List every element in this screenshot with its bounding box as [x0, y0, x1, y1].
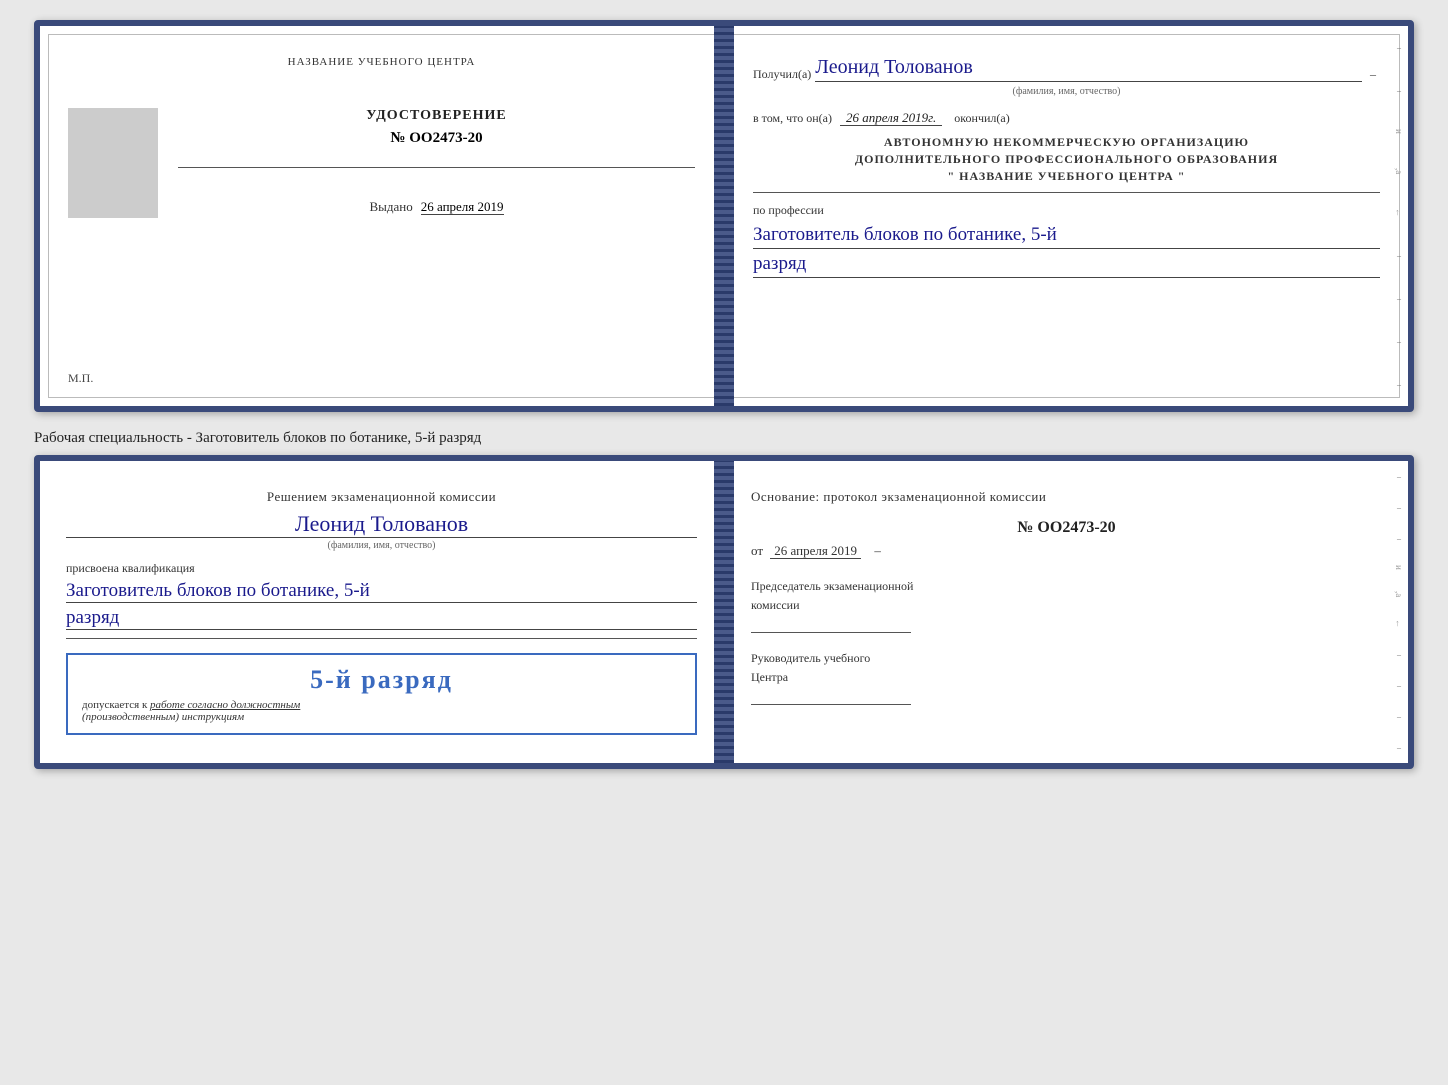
rukovoditel-section: Руководитель учебного Центра — [751, 651, 1382, 705]
vtom-date: 26 апреля 2019г. — [840, 110, 942, 126]
doc2-sep-line — [66, 638, 697, 639]
org-line3: " НАЗВАНИЕ УЧЕБНОГО ЦЕНТРА " — [753, 169, 1380, 184]
stamp-big-text: 5-й разряд — [82, 665, 681, 695]
predsedatel-label-2: комиссии — [751, 598, 1382, 613]
cert-photo-area: УДОСТОВЕРЕНИЕ № OO2473-20 Выдано 26 апре… — [68, 108, 695, 218]
book-spine-2 — [714, 461, 734, 763]
stamp-box: 5-й разряд допускается к работе согласно… — [66, 653, 697, 735]
dash-dec-6: – — [1397, 251, 1401, 260]
doc1-right-page: Получил(а) Леонид Толованов – (фамилия, … — [725, 26, 1408, 406]
qualification-handwritten-1: Заготовитель блоков по ботанике, 5-й — [66, 580, 370, 601]
doc2-name-subtitle: (фамилия, имя, отчество) — [66, 540, 697, 551]
cert-number: № OO2473-20 — [178, 130, 695, 147]
dash-dec-7: – — [1397, 294, 1401, 303]
org-block: АВТОНОМНУЮ НЕКОММЕРЧЕСКУЮ ОРГАНИЗАЦИЮ ДО… — [753, 135, 1380, 184]
first-document: НАЗВАНИЕ УЧЕБНОГО ЦЕНТРА УДОСТОВЕРЕНИЕ №… — [34, 20, 1414, 412]
dash-dec2-5: ,а — [1394, 591, 1404, 597]
doc2-left-page: Решением экзаменационной комиссии Леонид… — [40, 461, 725, 763]
side-dashes-right-2: – – – и ,а ← – – – – — [1390, 461, 1408, 763]
poluchil-label: Получил(а) — [753, 67, 811, 82]
profession-handwritten-2: разряд — [753, 253, 806, 274]
predsedatel-section: Председатель экзаменационной комиссии — [751, 579, 1382, 633]
rukovoditel-label-2: Центра — [751, 670, 1382, 685]
udostoverenie-label: УДОСТОВЕРЕНИЕ — [178, 108, 695, 124]
rukovoditel-label-1: Руководитель учебного — [751, 651, 1382, 666]
prisvoena-label: присвоена квалификация — [66, 561, 697, 576]
profession-block: по профессии Заготовитель блоков по бота… — [753, 203, 1380, 278]
dash-dec-3: и — [1394, 129, 1404, 134]
side-dashes-right: – – и ,а ← – – – – — [1390, 26, 1408, 406]
qualification-line2-wrap: разряд — [66, 607, 697, 630]
dash-dec2-10: – — [1397, 743, 1401, 752]
doc2-right-page: Основание: протокол экзаменационной коми… — [725, 461, 1408, 763]
training-center-title-left: НАЗВАНИЕ УЧЕБНОГО ЦЕНТРА — [68, 56, 695, 68]
name-subtitle-1: (фамилия, имя, отчество) — [753, 86, 1380, 97]
photo-placeholder — [68, 108, 158, 218]
qualification-handwritten-2: разряд — [66, 607, 119, 628]
vydano-line: Выдано 26 апреля 2019 — [178, 198, 695, 216]
resheniem-label: Решением экзаменационной комиссии — [66, 489, 697, 505]
cert-info-center: УДОСТОВЕРЕНИЕ № OO2473-20 Выдано 26 апре… — [178, 108, 695, 216]
dash-dec2-1: – — [1397, 472, 1401, 481]
mp-label: М.П. — [68, 371, 93, 386]
profession-handwritten-1: Заготовитель блоков по ботанике, 5-й — [753, 224, 1057, 245]
vtom-line: в том, что он(а) 26 апреля 2019г. окончи… — [753, 109, 1380, 127]
stamp-dopuskaetsya-text: допускается к — [82, 699, 147, 711]
predsedatel-label-1: Председатель экзаменационной — [751, 579, 1382, 594]
osnovanie-label: Основание: протокол экзаменационной коми… — [751, 489, 1382, 505]
profession-line2-wrap: разряд — [753, 253, 1380, 278]
doc2-number: № OO2473-20 — [751, 519, 1382, 537]
recipient-name: Леонид Толованов — [815, 56, 1362, 82]
specialty-label: Рабочая специальность - Заготовитель бло… — [34, 422, 1414, 455]
qualification-line1-wrap: Заготовитель блоков по ботанике, 5-й — [66, 580, 697, 603]
dash-dec2-3: – — [1397, 534, 1401, 543]
dash-dec-2: – — [1397, 86, 1401, 95]
org-line1: АВТОНОМНУЮ НЕКОММЕРЧЕСКУЮ ОРГАНИЗАЦИЮ — [753, 135, 1380, 150]
dash-label: – — [1370, 67, 1376, 82]
document-book-2: Решением экзаменационной комиссии Леонид… — [34, 455, 1414, 769]
okonchil-label: окончил(а) — [954, 111, 1009, 125]
second-document: Решением экзаменационной комиссии Леонид… — [34, 455, 1414, 769]
stamp-instruktsii: (производственным) инструкциям — [82, 711, 681, 723]
doc2-name: Леонид Толованов — [66, 511, 697, 538]
stamp-rabota: работе согласно должностным — [150, 699, 300, 711]
separator-line — [753, 192, 1380, 193]
vtom-label: в том, что он(а) — [753, 111, 832, 125]
dash-dec-4: ,а — [1394, 168, 1404, 174]
doc2-date: 26 апреля 2019 — [770, 543, 861, 559]
org-line2: ДОПОЛНИТЕЛЬНОГО ПРОФЕССИОНАЛЬНОГО ОБРАЗО… — [753, 152, 1380, 167]
vydano-date: 26 апреля 2019 — [421, 199, 504, 215]
profession-line1: Заготовитель блоков по ботанике, 5-й — [753, 224, 1380, 249]
rukovoditel-sig-line — [751, 691, 911, 705]
vydano-label: Выдано — [369, 199, 412, 214]
cert-separator — [178, 167, 695, 168]
recipient-line: Получил(а) Леонид Толованов – — [753, 56, 1380, 82]
dash-dec2-9: – — [1397, 712, 1401, 721]
doc2-date-line: от 26 апреля 2019 – — [751, 543, 1382, 559]
dash-dec2-8: – — [1397, 681, 1401, 690]
dash-dec2-4: и — [1394, 565, 1404, 570]
doc1-left-page: НАЗВАНИЕ УЧЕБНОГО ЦЕНТРА УДОСТОВЕРЕНИЕ №… — [40, 26, 725, 406]
predsedatel-sig-line — [751, 619, 911, 633]
dash-dec2-2: – — [1397, 503, 1401, 512]
stamp-dopuskaetsya: допускается к работе согласно должностны… — [82, 699, 681, 711]
dash-dec-8: – — [1397, 337, 1401, 346]
book-spine — [714, 26, 734, 406]
dash-dec2-7: – — [1397, 650, 1401, 659]
dash-dec2-6: ← — [1394, 619, 1404, 628]
dash-dec-1: – — [1397, 43, 1401, 52]
ot-label: от — [751, 543, 763, 558]
po-professii-label: по профессии — [753, 203, 1380, 218]
document-book-1: НАЗВАНИЕ УЧЕБНОГО ЦЕНТРА УДОСТОВЕРЕНИЕ №… — [34, 20, 1414, 412]
dash-dec-9: – — [1397, 380, 1401, 389]
doc2-dash: – — [874, 543, 881, 558]
dash-dec-5: ← — [1394, 208, 1404, 217]
